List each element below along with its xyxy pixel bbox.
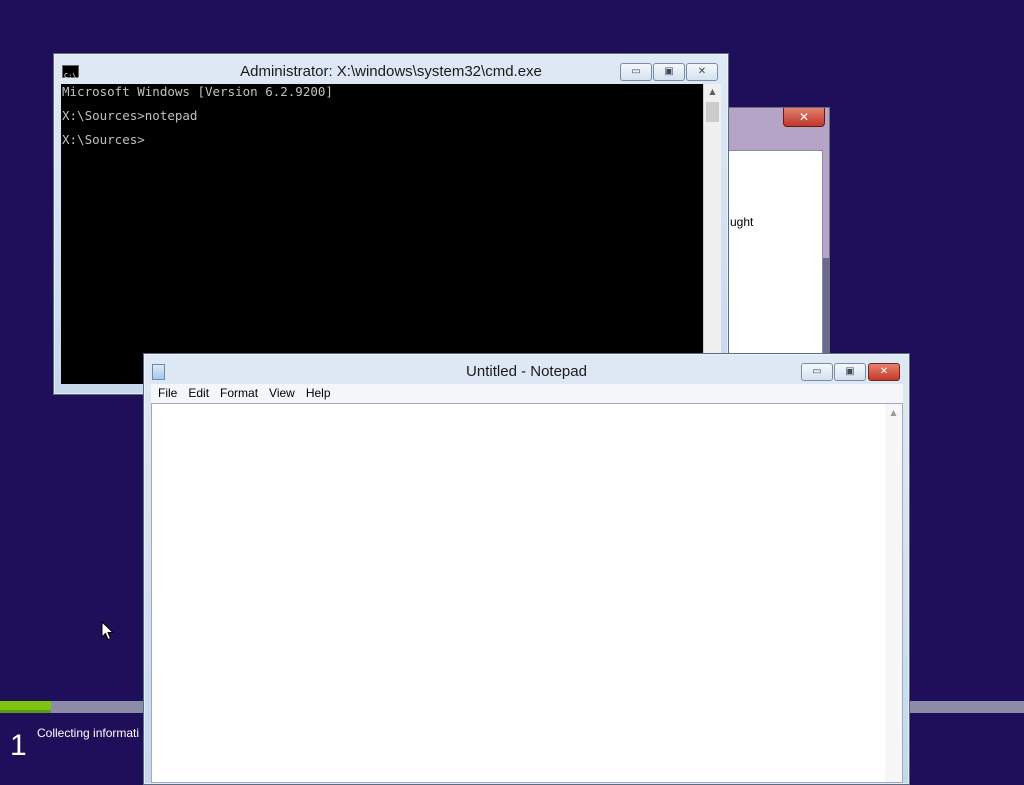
background-dialog-text: ught [730, 215, 754, 229]
cmd-console-output[interactable]: Microsoft Windows [Version 6.2.9200] X:\S… [61, 84, 703, 384]
background-dialog-scroll-strip [823, 258, 829, 358]
cmd-titlebar[interactable]: C:\. Administrator: X:\windows\system32\… [54, 54, 728, 84]
minimize-icon: ▭ [631, 66, 641, 77]
cmd-output-line: X:\Sources>notepad [62, 108, 198, 123]
menu-item-format[interactable]: Format [215, 384, 263, 403]
menu-item-view[interactable]: View [264, 384, 300, 403]
cmd-output-line: X:\Sources> [62, 132, 145, 147]
notepad-text-input[interactable] [152, 404, 885, 782]
menu-item-file[interactable]: File [153, 384, 182, 403]
cmd-minimize-button[interactable]: ▭ [620, 63, 652, 81]
scroll-up-arrow-icon[interactable]: ▲ [885, 408, 902, 417]
notepad-edit-area: ▲ [151, 403, 903, 783]
cmd-output-line: Microsoft Windows [Version 6.2.9200] [62, 84, 333, 99]
notepad-maximize-button[interactable]: ▣ [834, 363, 866, 381]
cmd-close-button[interactable]: ✕ [686, 63, 718, 81]
close-icon: ✕ [697, 66, 707, 77]
background-dialog-close-button[interactable]: ✕ [783, 108, 825, 127]
minimize-icon: ▭ [812, 366, 822, 377]
notepad-titlebar[interactable]: Untitled - Notepad ▭ ▣ ✕ [144, 354, 909, 384]
cmd-maximize-button[interactable]: ▣ [653, 63, 685, 81]
mouse-pointer-icon [101, 621, 115, 641]
notepad-close-button[interactable]: ✕ [868, 363, 900, 381]
cmd-vertical-scrollbar[interactable]: ▲ [703, 84, 721, 384]
notepad-menu-bar: File Edit Format View Help [151, 384, 903, 403]
cmd-window: C:\. Administrator: X:\windows\system32\… [53, 53, 729, 395]
notepad-window-title: Untitled - Notepad [466, 363, 587, 380]
notepad-window: Untitled - Notepad ▭ ▣ ✕ File Edit Format V… [143, 353, 910, 785]
cmd-scroll-thumb[interactable] [706, 102, 719, 122]
setup-step-text: Collecting informati [37, 726, 140, 740]
notepad-vertical-scrollbar[interactable]: ▲ [885, 404, 902, 782]
menu-item-edit[interactable]: Edit [183, 384, 214, 403]
background-dialog-content: ught [727, 150, 823, 367]
maximize-icon: ▣ [845, 366, 855, 377]
scroll-up-arrow-icon[interactable]: ▲ [704, 87, 721, 96]
setup-progress-shade [0, 710, 52, 713]
maximize-icon: ▣ [664, 66, 674, 77]
cmd-output-line [62, 122, 702, 134]
menu-item-help[interactable]: Help [301, 384, 336, 403]
setup-step-number: 1 [10, 729, 27, 762]
notepad-minimize-button[interactable]: ▭ [801, 363, 833, 381]
close-icon: ✕ [879, 366, 889, 377]
